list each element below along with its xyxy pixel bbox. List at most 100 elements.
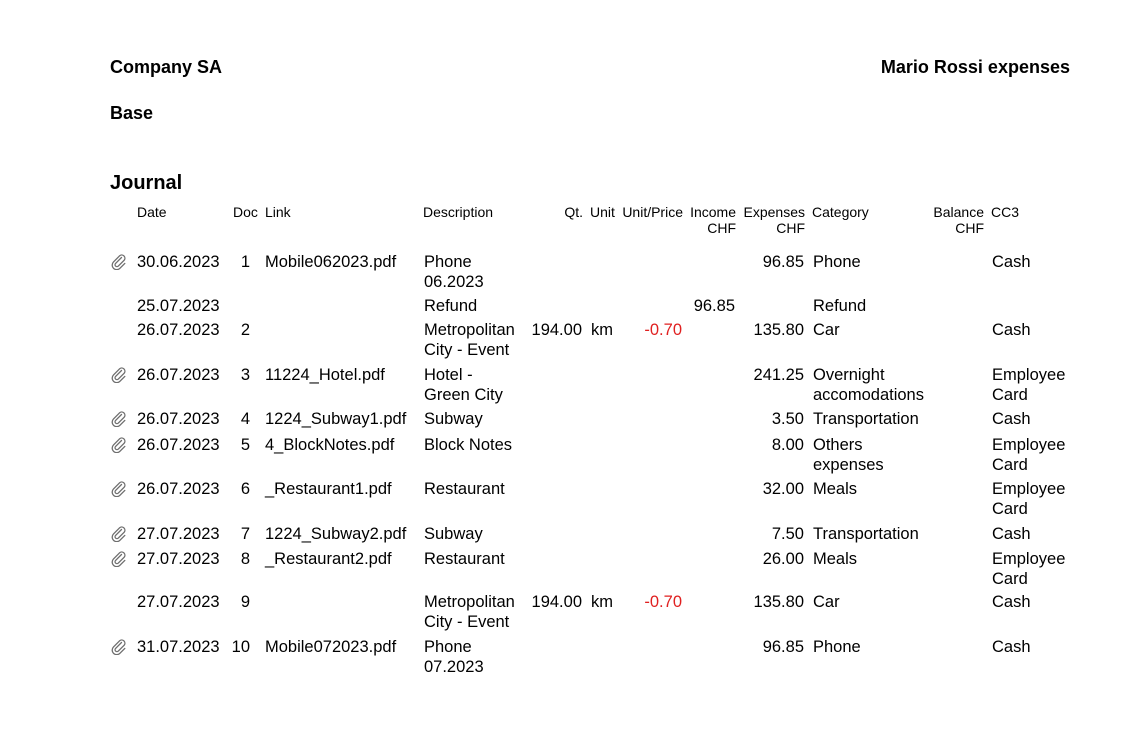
cell-doc: 7 <box>240 525 250 543</box>
cell-link[interactable]: _Restaurant2.pdf <box>265 550 392 570</box>
paperclip-icon[interactable] <box>111 526 127 543</box>
column-header-description: Description <box>423 204 494 220</box>
cell-link[interactable]: 11224_Hotel.pdf <box>265 366 385 386</box>
cell-unit-price: -0.70 <box>644 321 682 339</box>
cell-expenses: 135.80 <box>753 593 804 611</box>
cell-doc: 6 <box>240 480 250 498</box>
paperclip-icon[interactable] <box>111 411 127 428</box>
cell-category: Phone <box>813 253 861 273</box>
cell-link[interactable]: 1224_Subway2.pdf <box>265 525 406 545</box>
cell-description-line: Metropolitan <box>424 321 515 339</box>
cell-description-line: 06.2023 <box>424 272 484 291</box>
column-header-income-line1: Income <box>690 204 736 220</box>
cell-expenses: 135.80 <box>753 321 804 339</box>
cell-cc3: Cash <box>992 321 1031 341</box>
table-row: 31.07.2023 10 Mobile072023.pdf Phone 07.2023… <box>0 638 1127 682</box>
paperclip-icon[interactable] <box>111 551 127 568</box>
cell-description-line: Phone <box>424 253 472 271</box>
column-header-expenses: Expenses CHF <box>739 204 805 236</box>
table-row: 27.07.2023 8 _Restaurant2.pdf Restaurant 26.… <box>0 550 1127 594</box>
paperclip-icon[interactable] <box>111 639 127 656</box>
cell-cc3-line: Cash <box>992 525 1031 543</box>
cell-cc3: Employee Card <box>992 550 1065 589</box>
cell-cc3-line: Cash <box>992 321 1031 339</box>
cell-category: Transportation <box>813 525 919 545</box>
cell-category-line: Others <box>813 436 863 454</box>
cell-link[interactable]: Mobile072023.pdf <box>265 638 396 658</box>
cell-cc3-line: Employee <box>992 436 1066 454</box>
cell-cc3-line: Card <box>992 385 1028 404</box>
table-row: 27.07.2023 9 Metropolitan City - Event 194.0… <box>0 593 1127 637</box>
cell-cc3: Cash <box>992 410 1031 430</box>
cell-cc3-line: Employee <box>992 550 1066 568</box>
cell-cc3: Cash <box>992 525 1031 545</box>
cell-cc3: Employee Card <box>992 436 1065 475</box>
cell-date: 30.06.2023 <box>137 253 220 271</box>
cell-cc3-line: Cash <box>992 638 1031 656</box>
cell-category-line: Overnight <box>813 366 885 384</box>
cell-description-line: City - Event <box>424 612 510 631</box>
cell-description-line: Phone <box>424 638 472 656</box>
cell-unit: km <box>591 593 613 611</box>
cell-cc3: Employee Card <box>992 366 1065 405</box>
cell-category: Others expenses <box>813 436 884 475</box>
paperclip-icon[interactable] <box>111 367 127 384</box>
cell-category: Meals <box>813 480 857 500</box>
cell-category: Overnight accomodations <box>813 366 924 405</box>
cell-doc: 8 <box>240 550 250 568</box>
cell-category: Phone <box>813 638 861 658</box>
column-header-unit-price: Unit/Price <box>622 204 683 220</box>
cell-description-line: Metropolitan <box>424 593 515 611</box>
cell-description: Subway <box>424 525 483 545</box>
cell-cc3-line: Cash <box>992 593 1031 611</box>
cell-cc3-line: Card <box>992 499 1028 518</box>
cell-category-line: Meals <box>813 550 858 568</box>
cell-date: 26.07.2023 <box>137 366 220 384</box>
cell-expenses: 96.85 <box>762 638 804 656</box>
cell-category-line: expenses <box>813 455 884 474</box>
cell-category-line: Meals <box>813 480 858 498</box>
cell-date: 31.07.2023 <box>137 638 220 656</box>
table-row: 26.07.2023 3 11224_Hotel.pdf Hotel - Green C… <box>0 366 1127 410</box>
cell-doc: 10 <box>231 638 250 656</box>
cell-cc3-line: Employee <box>992 366 1066 384</box>
cell-link[interactable]: _Restaurant1.pdf <box>265 480 392 500</box>
cell-cc3: Cash <box>992 638 1031 658</box>
table-row: 26.07.2023 6 _Restaurant1.pdf Restaurant 32.… <box>0 480 1127 524</box>
paperclip-icon[interactable] <box>111 254 127 271</box>
cell-cc3-line: Employee <box>992 480 1066 498</box>
cell-category: Transportation <box>813 410 919 430</box>
cell-date: 25.07.2023 <box>137 297 220 315</box>
cell-date: 26.07.2023 <box>137 480 220 498</box>
cell-description: Block Notes <box>424 436 512 456</box>
paperclip-icon[interactable] <box>111 437 127 454</box>
column-header-doc: Doc <box>233 204 258 220</box>
report-owner-title: Mario Rossi expenses <box>880 57 1070 77</box>
cell-cc3-line: Cash <box>992 253 1031 271</box>
cell-description: Restaurant <box>424 550 505 570</box>
cell-description: Refund <box>424 297 477 317</box>
cell-date: 26.07.2023 <box>137 321 220 339</box>
cell-category-line: Car <box>813 321 840 339</box>
cell-category-line: Phone <box>813 638 861 656</box>
cell-link[interactable]: 4_BlockNotes.pdf <box>265 436 394 456</box>
cell-description: Restaurant <box>424 480 505 500</box>
cell-description-line: Subway <box>424 410 483 428</box>
column-header-income-line2: CHF <box>707 220 736 236</box>
cell-date: 26.07.2023 <box>137 410 220 428</box>
cell-link[interactable]: 1224_Subway1.pdf <box>265 410 406 430</box>
cell-category: Car <box>813 321 840 341</box>
cell-category-line: Transportation <box>813 525 919 543</box>
cell-description-line: 07.2023 <box>424 657 484 676</box>
cell-category-line: Transportation <box>813 410 919 428</box>
cell-description: Hotel - Green City <box>424 366 503 405</box>
column-header-expenses-line1: Expenses <box>743 204 805 220</box>
cell-link[interactable]: Mobile062023.pdf <box>265 253 396 273</box>
paperclip-icon[interactable] <box>111 481 127 498</box>
cell-category-line: Refund <box>813 297 867 315</box>
cell-description-line: Hotel - <box>424 366 473 384</box>
column-header-qty: Qt. <box>564 204 583 220</box>
cell-category: Refund <box>813 297 866 317</box>
cell-expenses: 8.00 <box>771 436 804 454</box>
cell-description-line: Green City <box>424 385 503 404</box>
